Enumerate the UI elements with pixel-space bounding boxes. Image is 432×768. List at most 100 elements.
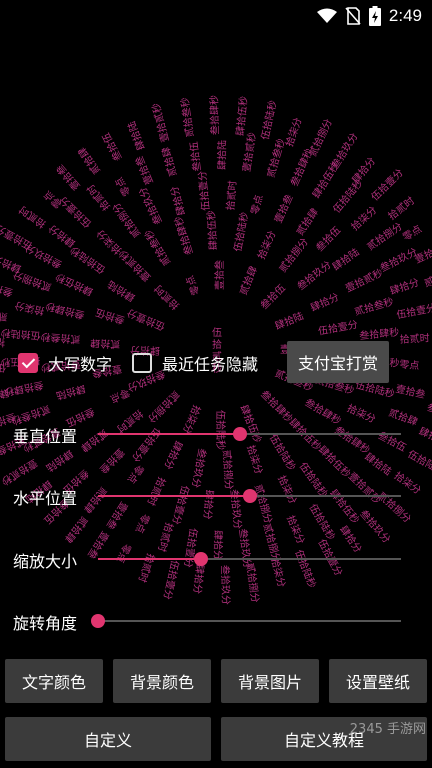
clock-ring-word: 伍拾陆秒 [406, 447, 432, 478]
hide-recents-checkbox[interactable]: 最近任务隐藏 [132, 351, 258, 375]
clock-ring-word: 贰拾叁秒 [141, 227, 173, 268]
slider-thumb[interactable] [233, 427, 248, 441]
clock-ring-text: 贰拾捌分 [276, 235, 311, 275]
clock-ring-text: 伍拾壹分 [395, 301, 432, 321]
horizontal-position-label: 水平位置 [13, 489, 78, 508]
clock-ring-word: 叁拾肆秒 [207, 95, 221, 135]
clock-ring-text: 贰拾肆 [62, 514, 91, 546]
clock-ring-text: 肆拾分 [46, 222, 78, 250]
uppercase-digits-checkbox[interactable]: 大写数字 [18, 351, 112, 375]
clock-ring-text: 零点 [108, 386, 131, 405]
clock-ring-text: 壹拾叁 [394, 382, 426, 401]
clock-ring-word: 伍拾壹分 [125, 306, 167, 333]
clock-ring-word: 拾柒分 [348, 203, 379, 233]
clock-ring-word: 拾贰时 [224, 180, 239, 211]
clock-ring-text: 贰拾肆 [159, 146, 179, 178]
clock-ring-text: 贰拾叁秒 [353, 295, 395, 318]
clock-ring-word: 拾贰时 [16, 203, 48, 231]
clock-ring-text: 贰拾叁秒 [178, 97, 196, 138]
clock-ring-word: 贰拾肆 [293, 206, 321, 238]
clock-ring-word: 拾贰时 [399, 331, 430, 346]
clock-ring-word: 叁拾肆秒 [171, 215, 195, 257]
clock-ring-word: 贰拾叁秒 [353, 295, 395, 318]
clock-ring-word: 肆拾陆 [55, 382, 87, 403]
clock-ring-word: 壹拾叁 [394, 382, 426, 401]
clock-ring-text: 拾柒分 [282, 116, 304, 149]
vertical-position-slider[interactable] [98, 427, 401, 441]
clock-ring-word: 肆拾陆 [215, 140, 228, 170]
clock-ring-text: 零点 [401, 223, 424, 244]
clock-ring-word: 肆拾分 [388, 275, 421, 297]
clock-ring-text: 贰拾肆 [422, 268, 432, 290]
clock-ring-word: 叁拾玖分 [378, 245, 420, 275]
clock-ring-text: 零点 [249, 194, 266, 216]
clock-ring-text: 拾柒分 [348, 203, 379, 233]
clock-ring-text: 肆拾陆 [55, 382, 87, 403]
clock-ring-text: 壹拾叁 [271, 192, 295, 225]
clock-ring-text: 肆拾伍秒 [204, 210, 219, 251]
clock-center-char: 伍 [212, 327, 222, 339]
clock-ring-word: 伍拾壹分 [0, 222, 34, 253]
clock-ring-text: 伍拾壹分 [317, 318, 359, 338]
uppercase-digits-label: 大写数字 [48, 355, 113, 374]
slider-thumb[interactable] [91, 614, 105, 628]
clock-ring-word: 拾柒分 [284, 513, 308, 546]
scale-slider-row: 缩放大小 [0, 544, 432, 574]
clock-ring-word: 伍拾壹分 [195, 170, 212, 211]
clock-ring-word: 叁拾肆秒 [359, 325, 400, 342]
clock-ring-text: 肆拾陆 [105, 278, 137, 305]
clock-ring-text: 伍拾壹分 [0, 222, 34, 253]
clock-ring-text: 叁拾玖分 [328, 130, 360, 171]
clock-ring-text: 贰拾肆 [236, 264, 259, 297]
clock-ring-text: 叁拾肆秒 [207, 95, 221, 135]
clock-ring-text: 肆拾分 [167, 185, 188, 217]
clock-ring-word: 肆拾陆 [105, 278, 137, 305]
clock-ring-text: 贰拾捌分 [0, 305, 8, 324]
clock-ring-text: 伍拾陆秒 [406, 447, 432, 478]
clock-ring-word: 壹拾贰秒 [149, 102, 172, 144]
hide-recents-label: 最近任务隐藏 [162, 355, 259, 374]
slider-thumb[interactable] [242, 489, 257, 503]
horizontal-position-slider[interactable] [98, 489, 401, 503]
clock-ring-text: 贰拾肆 [75, 145, 103, 177]
clock-ring-word: 叁拾玖分 [294, 258, 333, 293]
clock-ring-text: 拾柒分 [94, 227, 125, 257]
clock-ring-text: 壹拾叁 [53, 162, 83, 193]
clock-ring-word: 贰拾肆 [75, 145, 103, 177]
clock-ring-word: 叁拾伍 [187, 141, 204, 172]
clock-ring-text: 伍拾陆秒 [231, 211, 251, 253]
horizontal-position-slider-row: 水平位置 [0, 481, 432, 511]
slider-fill [98, 495, 250, 497]
set-wallpaper-button[interactable]: 设置壁纸 [329, 659, 427, 703]
background-image-button[interactable]: 背景图片 [221, 659, 319, 703]
clock-ring-text: 壹拾贰秒 [343, 266, 385, 295]
clock-ring-text: 肆拾伍秒 [233, 95, 250, 136]
clock-ring-text: 壹拾贰秒 [149, 102, 172, 144]
custom-button[interactable]: 自定义 [5, 717, 211, 761]
slider-thumb[interactable] [194, 552, 209, 566]
alipay-tip-button[interactable]: 支付宝打赏 [287, 341, 389, 383]
clock-ring-text: 叁拾玖分 [136, 185, 165, 227]
clock-ring-word: 肆拾分 [308, 290, 341, 314]
clock-ring-word: 拾柒分 [0, 335, 5, 349]
clock-ring-word: 叁拾玖分 [357, 507, 393, 546]
background-color-button[interactable]: 背景颜色 [113, 659, 211, 703]
scale-slider[interactable] [98, 552, 401, 566]
clock-ring-text: 伍拾陆秒 [0, 361, 6, 377]
clock-ring-word: 叁拾伍 [99, 131, 125, 164]
clock-ring-word: 伍拾壹分 [317, 318, 359, 338]
clock-ring-text: 肆拾伍秒 [0, 386, 10, 407]
clock-ring-text: 贰拾肆 [293, 206, 321, 238]
rotation-slider[interactable] [91, 614, 401, 628]
clock-ring-word: 叁拾玖分 [0, 276, 14, 299]
clock-ring-word: 壹拾叁 [271, 192, 295, 225]
clock-ring-text: 肆拾伍秒 [53, 270, 95, 298]
checkbox-checked-icon [18, 353, 38, 373]
clock-ring-text: 拾贰时 [224, 180, 239, 211]
clock-ring-text: 零点 [133, 512, 152, 535]
clock-ring-text: 肆拾分 [349, 155, 378, 187]
clock-ring-text: 贰拾捌分 [364, 220, 404, 253]
text-color-button[interactable]: 文字颜色 [5, 659, 103, 703]
clock-ring-word: 叁拾肆秒 [44, 299, 86, 322]
scale-label: 缩放大小 [13, 552, 78, 571]
